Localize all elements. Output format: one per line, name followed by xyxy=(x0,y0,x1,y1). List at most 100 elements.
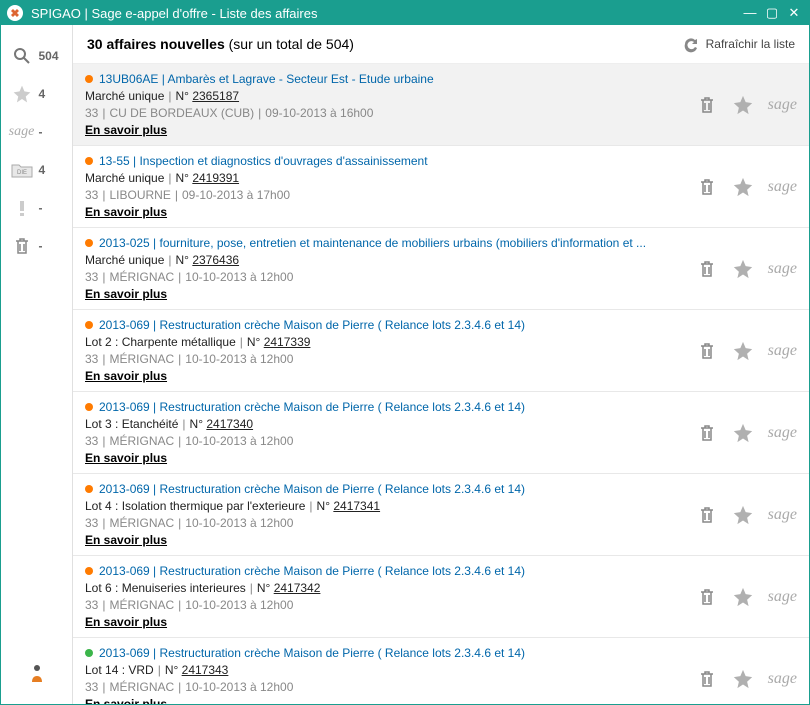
status-bullet xyxy=(85,567,93,575)
item-dept: 33 xyxy=(85,352,98,366)
list-item[interactable]: 2013-069 | Restructuration crèche Maison… xyxy=(73,392,809,474)
minimize-button[interactable]: — xyxy=(741,4,759,22)
trash-icon xyxy=(11,235,33,257)
sidebar: 504 4 sage - DIE 4 - - xyxy=(1,25,73,704)
alert-icon xyxy=(11,197,33,219)
sidebar-sage[interactable]: sage - xyxy=(1,113,72,151)
sage-icon: sage xyxy=(11,121,33,143)
favorite-button[interactable] xyxy=(732,668,754,690)
item-meta: Marché unique xyxy=(85,89,164,103)
trash-count: - xyxy=(39,239,63,253)
item-date: 10-10-2013 à 12h00 xyxy=(185,434,293,448)
item-meta: Lot 3 : Etanchéité xyxy=(85,417,178,431)
item-number[interactable]: 2417342 xyxy=(274,581,321,595)
item-dept: 33 xyxy=(85,434,98,448)
sage-button[interactable]: sage xyxy=(768,94,797,116)
app-icon: ✖ xyxy=(7,5,23,21)
more-link[interactable]: En savoir plus xyxy=(85,205,167,219)
sage-button[interactable]: sage xyxy=(768,422,797,444)
delete-button[interactable] xyxy=(696,586,718,608)
item-org: MÉRIGNAC xyxy=(109,680,174,694)
delete-button[interactable] xyxy=(696,504,718,526)
status-bullet xyxy=(85,485,93,493)
sidebar-alerts[interactable]: - xyxy=(1,189,72,227)
item-org: MÉRIGNAC xyxy=(109,434,174,448)
maximize-button[interactable]: ▢ xyxy=(763,4,781,22)
sage-button[interactable]: sage xyxy=(768,340,797,362)
more-link[interactable]: En savoir plus xyxy=(85,369,167,383)
item-meta: Lot 6 : Menuiseries interieures xyxy=(85,581,246,595)
sage-button[interactable]: sage xyxy=(768,586,797,608)
sidebar-logo xyxy=(1,654,72,692)
delete-button[interactable] xyxy=(696,340,718,362)
sage-button[interactable]: sage xyxy=(768,176,797,198)
item-number[interactable]: 2419391 xyxy=(192,171,239,185)
list-item[interactable]: 2013-069 | Restructuration crèche Maison… xyxy=(73,474,809,556)
star-icon xyxy=(11,83,33,105)
favorite-button[interactable] xyxy=(732,586,754,608)
favorite-button[interactable] xyxy=(732,504,754,526)
more-link[interactable]: En savoir plus xyxy=(85,697,167,704)
item-date: 09-10-2013 à 17h00 xyxy=(182,188,290,202)
item-org: LIBOURNE xyxy=(109,188,170,202)
item-meta: Lot 14 : VRD xyxy=(85,663,154,677)
more-link[interactable]: En savoir plus xyxy=(85,615,167,629)
item-number[interactable]: 2417341 xyxy=(333,499,380,513)
delete-button[interactable] xyxy=(696,94,718,116)
delete-button[interactable] xyxy=(696,422,718,444)
svg-text:DIE: DIE xyxy=(17,170,27,176)
delete-button[interactable] xyxy=(696,258,718,280)
item-date: 10-10-2013 à 12h00 xyxy=(185,516,293,530)
more-link[interactable]: En savoir plus xyxy=(85,123,167,137)
list-item[interactable]: 2013-025 | fourniture, pose, entretien e… xyxy=(73,228,809,310)
item-meta: Marché unique xyxy=(85,253,164,267)
item-title: 2013-069 | Restructuration crèche Maison… xyxy=(99,400,525,414)
delete-button[interactable] xyxy=(696,668,718,690)
item-number[interactable]: 2417340 xyxy=(206,417,253,431)
item-number[interactable]: 2417339 xyxy=(264,335,311,349)
sidebar-trash[interactable]: - xyxy=(1,227,72,265)
item-number[interactable]: 2376436 xyxy=(192,253,239,267)
close-button[interactable]: ✕ xyxy=(785,4,803,22)
sage-button[interactable]: sage xyxy=(768,668,797,690)
more-link[interactable]: En savoir plus xyxy=(85,287,167,301)
favorite-button[interactable] xyxy=(732,94,754,116)
more-link[interactable]: En savoir plus xyxy=(85,451,167,465)
list-item[interactable]: 2013-069 | Restructuration crèche Maison… xyxy=(73,638,809,704)
titlebar: ✖ SPIGAO | Sage e-appel d'offre - Liste … xyxy=(1,1,809,25)
affaires-list[interactable]: 13UB06AE | Ambarès et Lagrave - Secteur … xyxy=(73,64,809,704)
item-dept: 33 xyxy=(85,598,98,612)
list-item[interactable]: 13UB06AE | Ambarès et Lagrave - Secteur … xyxy=(73,64,809,146)
item-meta: Lot 2 : Charpente métallique xyxy=(85,335,236,349)
item-number[interactable]: 2365187 xyxy=(192,89,239,103)
refresh-button[interactable]: Rafraîchir la liste xyxy=(682,35,795,53)
status-bullet xyxy=(85,75,93,83)
list-header: 30 affaires nouvelles (sur un total de 5… xyxy=(73,25,809,64)
list-count-total: (sur un total de 504) xyxy=(229,36,354,52)
more-link[interactable]: En savoir plus xyxy=(85,533,167,547)
favorite-button[interactable] xyxy=(732,340,754,362)
sidebar-favorites[interactable]: 4 xyxy=(1,75,72,113)
list-item[interactable]: 13-55 | Inspection et diagnostics d'ouvr… xyxy=(73,146,809,228)
status-bullet xyxy=(85,403,93,411)
search-icon xyxy=(11,45,33,67)
sage-button[interactable]: sage xyxy=(768,504,797,526)
item-number[interactable]: 2417343 xyxy=(182,663,229,677)
item-org: MÉRIGNAC xyxy=(109,598,174,612)
item-org: CU DE BORDEAUX (CUB) xyxy=(109,106,254,120)
status-bullet xyxy=(85,157,93,165)
list-item[interactable]: 2013-069 | Restructuration crèche Maison… xyxy=(73,310,809,392)
item-date: 10-10-2013 à 12h00 xyxy=(185,352,293,366)
favorite-button[interactable] xyxy=(732,258,754,280)
item-dept: 33 xyxy=(85,188,98,202)
sidebar-search[interactable]: 504 xyxy=(1,37,72,75)
item-date: 09-10-2013 à 16h00 xyxy=(265,106,373,120)
favorite-button[interactable] xyxy=(732,176,754,198)
sidebar-die[interactable]: DIE 4 xyxy=(1,151,72,189)
list-item[interactable]: 2013-069 | Restructuration crèche Maison… xyxy=(73,556,809,638)
favorite-button[interactable] xyxy=(732,422,754,444)
item-dept: 33 xyxy=(85,680,98,694)
refresh-label: Rafraîchir la liste xyxy=(706,37,795,51)
sage-button[interactable]: sage xyxy=(768,258,797,280)
delete-button[interactable] xyxy=(696,176,718,198)
